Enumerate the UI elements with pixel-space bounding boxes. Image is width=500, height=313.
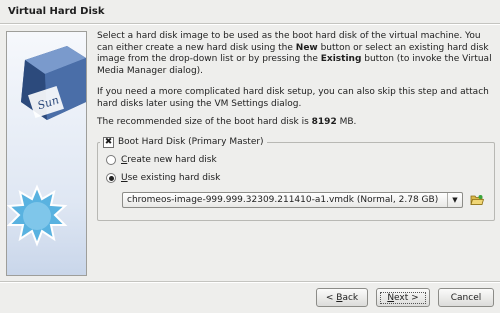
starburst-icon xyxy=(7,184,68,247)
boot-disk-checkbox-label: Boot Hard Disk (Primary Master) xyxy=(118,137,264,147)
separator-highlight xyxy=(0,24,500,25)
create-new-disk-radio[interactable]: Create new hard disk xyxy=(106,155,217,165)
existing-disk-dropdown[interactable]: chromeos-image-999.999.32309.211410-a1.v… xyxy=(122,192,463,208)
chevron-down-icon[interactable]: ▼ xyxy=(447,193,462,207)
boot-disk-checkbox[interactable]: ✖ Boot Hard Disk (Primary Master) xyxy=(100,135,267,149)
use-existing-disk-label: Use existing hard disk xyxy=(121,173,221,183)
existing-disk-value: chromeos-image-999.999.32309.211410-a1.v… xyxy=(127,195,439,205)
next-button[interactable]: Next > xyxy=(376,288,430,307)
intro-paragraph-2: If you need a more complicated hard disk… xyxy=(97,87,489,109)
checkbox-checked-icon[interactable]: ✖ xyxy=(103,136,114,148)
back-button-label: < Back xyxy=(325,292,359,303)
wizard-side-image: Sun xyxy=(6,31,87,276)
radio-unselected-icon[interactable] xyxy=(106,155,116,165)
window-title: Virtual Hard Disk xyxy=(8,6,105,17)
back-button[interactable]: < Back xyxy=(316,288,368,307)
virtualbox-cube-icon: Sun xyxy=(21,46,86,120)
recommended-size-text: The recommended size of the boot hard di… xyxy=(97,117,357,127)
use-existing-disk-radio[interactable]: Use existing hard disk xyxy=(106,173,220,183)
next-button-label: Next > xyxy=(380,291,426,304)
create-new-disk-label: Create new hard disk xyxy=(121,155,217,165)
radio-selected-icon[interactable] xyxy=(106,173,116,183)
footer-separator-highlight xyxy=(0,282,500,283)
cancel-button[interactable]: Cancel xyxy=(438,288,494,307)
intro-paragraph-1: Select a hard disk image to be used as t… xyxy=(97,31,492,76)
folder-open-icon[interactable] xyxy=(469,192,485,208)
